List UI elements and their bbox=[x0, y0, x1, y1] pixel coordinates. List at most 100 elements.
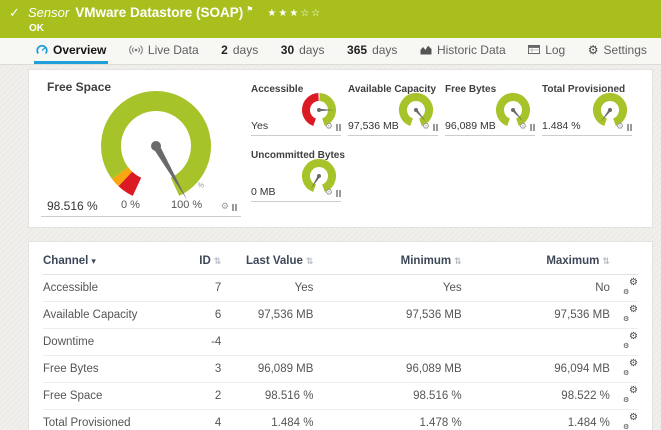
column-header-last-value[interactable]: Last Value⇅ bbox=[221, 248, 313, 275]
tab-30-days[interactable]: 30 days bbox=[279, 38, 327, 64]
channel-name-cell: Accessible bbox=[43, 275, 183, 302]
channel-settings-icon[interactable]: ⚙⚙ bbox=[623, 307, 638, 320]
channel-last-value-cell: 1.484 % bbox=[221, 410, 313, 430]
column-header-actions bbox=[610, 248, 638, 275]
flag-icon[interactable]: ⚑ bbox=[246, 5, 253, 14]
channel-minimum-cell: 97,536 MB bbox=[313, 302, 461, 329]
table-row[interactable]: Free Bytes396,089 MB96,089 MB96,094 MB⚙⚙ bbox=[43, 356, 638, 383]
sort-icon: ⇅ bbox=[306, 257, 314, 267]
gauge-tile-free-bytes: Free Bytes 96,089 MB ⚙ bbox=[445, 84, 535, 136]
table-row[interactable]: Downtime-4⚙⚙ bbox=[43, 329, 638, 356]
channel-settings-icon[interactable]: ⚙⚙ bbox=[623, 280, 638, 293]
sort-caret-icon: ▾ bbox=[91, 257, 96, 267]
gauge-scale-max: 100 % bbox=[171, 199, 202, 211]
gauge-tile-total-provisioned: Total Provisioned 1.484 % ⚙ bbox=[542, 84, 632, 136]
channel-minimum-cell bbox=[313, 329, 461, 356]
channel-pause-icon[interactable] bbox=[232, 204, 237, 211]
channel-name-cell: Free Bytes bbox=[43, 356, 183, 383]
sensor-type-label: Sensor bbox=[28, 5, 69, 20]
channel-maximum-cell bbox=[462, 329, 610, 356]
channel-maximum-cell: 97,536 MB bbox=[462, 302, 610, 329]
gauges-panel: Free Space % 0 % 100 % 98.516 % ⚙ Access… bbox=[28, 69, 653, 228]
channel-settings-icon[interactable]: ⚙⚙ bbox=[623, 388, 638, 401]
tab-settings-label: Settings bbox=[604, 43, 647, 57]
tab-overview[interactable]: Overview bbox=[34, 38, 108, 64]
channel-minimum-cell: 98.516 % bbox=[313, 383, 461, 410]
sensor-title-line: SensorVMware Datastore (SOAP)⚑★★★☆☆ bbox=[28, 4, 322, 22]
tab-log[interactable]: Log bbox=[526, 38, 567, 64]
tile-icons: ⚙ bbox=[616, 123, 632, 132]
tile-icons: ⚙ bbox=[221, 203, 237, 212]
channel-name-cell: Free Space bbox=[43, 383, 183, 410]
channel-name-cell: Total Provisioned bbox=[43, 410, 183, 430]
free-space-gauge[interactable]: % bbox=[81, 84, 231, 211]
gauge-tile-available-capacity: Available Capacity 97,536 MB ⚙ bbox=[348, 84, 438, 136]
channel-table: Channel▾ ID⇅ Last Value⇅ Minimum⇅ Maximu… bbox=[43, 248, 638, 430]
column-header-maximum[interactable]: Maximum⇅ bbox=[462, 248, 610, 275]
table-row[interactable]: Available Capacity697,536 MB97,536 MB97,… bbox=[43, 302, 638, 329]
gauge-value: Yes bbox=[251, 120, 268, 132]
gauge-value: 98.516 % bbox=[47, 199, 98, 213]
live-signal-icon bbox=[129, 45, 143, 55]
small-gauge-grid: Accessible Yes ⚙ Available Capacity 97,5… bbox=[251, 84, 640, 217]
channel-gear-icon[interactable]: ⚙ bbox=[616, 123, 624, 132]
historic-chart-icon bbox=[420, 45, 432, 55]
channel-actions-cell: ⚙⚙ bbox=[610, 383, 638, 410]
status-badge: OK bbox=[29, 23, 44, 34]
svg-text:%: % bbox=[198, 183, 204, 190]
tab-2-days-label: days bbox=[233, 43, 258, 57]
channel-gear-icon[interactable]: ⚙ bbox=[422, 123, 430, 132]
channel-actions-cell: ⚙⚙ bbox=[610, 275, 638, 302]
channel-settings-icon[interactable]: ⚙⚙ bbox=[623, 334, 638, 347]
log-icon bbox=[528, 45, 540, 54]
channel-gear-icon[interactable]: ⚙ bbox=[325, 189, 333, 198]
column-header-channel[interactable]: Channel▾ bbox=[43, 248, 183, 275]
channel-table-panel: Channel▾ ID⇅ Last Value⇅ Minimum⇅ Maximu… bbox=[28, 241, 653, 430]
tile-icons: ⚙ bbox=[325, 189, 341, 198]
channel-pause-icon[interactable] bbox=[433, 124, 438, 131]
channel-last-value-cell: 98.516 % bbox=[221, 383, 313, 410]
gauge-value: 0 MB bbox=[251, 186, 276, 198]
sort-icon: ⇅ bbox=[602, 257, 610, 267]
channel-pause-icon[interactable] bbox=[627, 124, 632, 131]
table-row[interactable]: Free Space298.516 %98.516 %98.522 %⚙⚙ bbox=[43, 383, 638, 410]
tab-live-data[interactable]: Live Data bbox=[127, 38, 201, 64]
channel-id-cell: -4 bbox=[183, 329, 221, 356]
channel-actions-cell: ⚙⚙ bbox=[610, 410, 638, 430]
tab-365-days-number: 365 bbox=[347, 43, 367, 57]
channel-gear-icon[interactable]: ⚙ bbox=[325, 123, 333, 132]
tab-log-label: Log bbox=[545, 43, 565, 57]
gauge-icon bbox=[36, 44, 48, 56]
channel-gear-icon[interactable]: ⚙ bbox=[519, 123, 527, 132]
tab-2-days-number: 2 bbox=[221, 43, 228, 57]
channel-minimum-cell: 1.478 % bbox=[313, 410, 461, 430]
table-row[interactable]: Accessible7YesYesNo⚙⚙ bbox=[43, 275, 638, 302]
gauge-value: 96,089 MB bbox=[445, 120, 496, 132]
tab-365-days[interactable]: 365 days bbox=[345, 38, 399, 64]
tab-bar: Overview Live Data 2 days 30 days 365 da… bbox=[0, 38, 661, 65]
channel-pause-icon[interactable] bbox=[530, 124, 535, 131]
channel-pause-icon[interactable] bbox=[336, 124, 341, 131]
channel-maximum-cell: 1.484 % bbox=[462, 410, 610, 430]
table-row[interactable]: Total Provisioned41.484 %1.478 %1.484 %⚙… bbox=[43, 410, 638, 430]
sort-icon: ⇅ bbox=[214, 257, 222, 267]
tab-historic-data[interactable]: Historic Data bbox=[418, 38, 508, 64]
tab-settings[interactable]: ⚙ Settings bbox=[586, 38, 649, 64]
channel-settings-icon[interactable]: ⚙⚙ bbox=[623, 415, 638, 428]
gauge-scale-min: 0 % bbox=[121, 199, 140, 211]
column-header-id[interactable]: ID⇅ bbox=[183, 248, 221, 275]
channel-settings-icon[interactable]: ⚙⚙ bbox=[623, 361, 638, 374]
channel-pause-icon[interactable] bbox=[336, 190, 341, 197]
channel-id-cell: 3 bbox=[183, 356, 221, 383]
channel-gear-icon[interactable]: ⚙ bbox=[221, 203, 229, 212]
table-header-row: Channel▾ ID⇅ Last Value⇅ Minimum⇅ Maximu… bbox=[43, 248, 638, 275]
settings-gear-icon: ⚙ bbox=[588, 43, 599, 57]
tab-30-days-number: 30 bbox=[281, 43, 294, 57]
rating-stars[interactable]: ★★★☆☆ bbox=[267, 8, 322, 19]
tab-30-days-label: days bbox=[299, 43, 324, 57]
channel-id-cell: 6 bbox=[183, 302, 221, 329]
channel-maximum-cell: 98.522 % bbox=[462, 383, 610, 410]
column-header-minimum[interactable]: Minimum⇅ bbox=[313, 248, 461, 275]
tab-live-data-label: Live Data bbox=[148, 43, 199, 57]
tab-2-days[interactable]: 2 days bbox=[219, 38, 260, 64]
